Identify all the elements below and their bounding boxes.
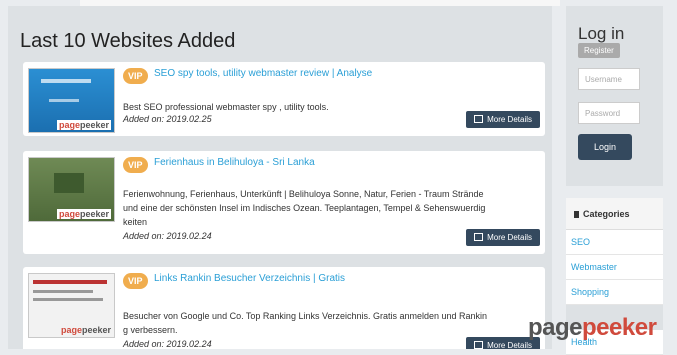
password-input[interactable]: Password bbox=[578, 102, 640, 124]
site-thumbnail[interactable]: pagepeeker bbox=[28, 273, 115, 338]
bookmark-icon bbox=[574, 211, 579, 218]
site-title-link[interactable]: Ferienhaus in Belihuloya - Sri Lanka bbox=[154, 157, 315, 168]
site-thumbnail[interactable]: pagepeeker bbox=[28, 157, 115, 222]
username-input[interactable]: Username bbox=[578, 68, 640, 90]
pagepeeker-label: pagepeeker bbox=[56, 209, 111, 219]
category-link[interactable]: SEO bbox=[566, 230, 663, 255]
pagepeeker-watermark: pagepeekerpagepeeker bbox=[528, 314, 657, 341]
site-description: Ferienwohnung, Ferienhaus, Unterkünft | … bbox=[123, 189, 486, 227]
site-card: pagepeeker VIP Links Rankin Besucher Ver… bbox=[23, 267, 545, 349]
added-date: Added on: 2019.02.24 bbox=[123, 231, 212, 241]
vip-badge: VIP bbox=[123, 157, 148, 173]
site-card: pagepeeker VIP Ferienhaus in Belihuloya … bbox=[23, 151, 545, 254]
site-description: Best SEO professional webmaster spy , ut… bbox=[123, 102, 329, 112]
main-panel: Last 10 Websites Added pagepeeker VIP SE… bbox=[8, 6, 552, 349]
pagepeeker-label: pagepeeker bbox=[60, 325, 111, 335]
more-details-button[interactable]: More Details bbox=[466, 229, 540, 246]
page-title: Last 10 Websites Added bbox=[20, 30, 236, 52]
register-button[interactable]: Register bbox=[578, 43, 620, 58]
more-details-button[interactable]: More Details bbox=[466, 111, 540, 128]
category-link[interactable]: Webmaster bbox=[566, 255, 663, 280]
category-link[interactable]: Shopping bbox=[566, 280, 663, 305]
list-icon bbox=[474, 341, 484, 349]
site-title-link[interactable]: Links Rankin Besucher Verzeichnis | Grat… bbox=[154, 273, 345, 284]
pagepeeker-label: pagepeeker bbox=[56, 120, 111, 130]
login-panel: Log in Register Username Password Login bbox=[566, 6, 663, 186]
site-title-link[interactable]: SEO spy tools, utility webmaster review … bbox=[154, 68, 372, 79]
site-card: pagepeeker VIP SEO spy tools, utility we… bbox=[23, 62, 545, 136]
login-title: Log in bbox=[578, 24, 625, 43]
list-icon bbox=[474, 115, 484, 123]
site-thumbnail[interactable]: pagepeeker bbox=[28, 68, 115, 133]
vip-badge: VIP bbox=[123, 68, 148, 84]
categories-header: Categories bbox=[566, 198, 663, 230]
site-description: Besucher von Google und Co. Top Ranking … bbox=[123, 311, 488, 335]
added-date: Added on: 2019.02.24 bbox=[123, 339, 212, 349]
added-date: Added on: 2019.02.25 bbox=[123, 114, 212, 124]
vip-badge: VIP bbox=[123, 273, 148, 289]
login-button[interactable]: Login bbox=[578, 134, 632, 160]
list-icon bbox=[474, 233, 484, 241]
